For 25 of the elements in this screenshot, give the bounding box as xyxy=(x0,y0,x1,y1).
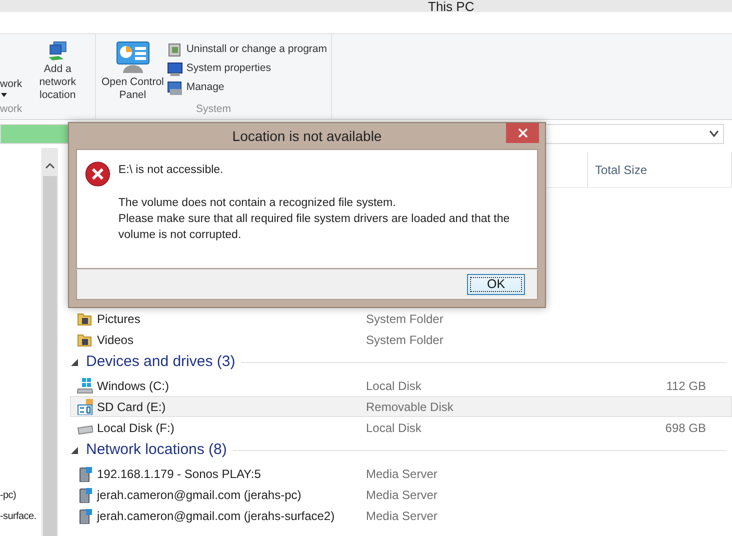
error-heading: E:\ is not accessible. xyxy=(118,163,224,178)
group-label: work xyxy=(0,102,24,116)
file-type: Removable Disk xyxy=(366,398,454,416)
window-title: This PC xyxy=(428,0,474,14)
file-name: Windows (C:) xyxy=(97,378,170,394)
file-type: System Folder xyxy=(366,332,444,348)
file-type: Media Server xyxy=(366,508,438,524)
file-size: 112 GB xyxy=(665,378,706,394)
file-type: Media Server xyxy=(366,486,438,504)
file-name: jerah.cameron@gmail.com (jerahs-surface2) xyxy=(97,508,335,524)
file-name: SD Card (E:) xyxy=(97,398,166,416)
file-name: Local Disk (F:) xyxy=(97,420,174,436)
file-name: Pictures xyxy=(97,310,140,328)
file-type: Local Disk xyxy=(366,420,422,436)
file-name: Videos xyxy=(97,332,134,348)
file-type: Media Server xyxy=(366,466,438,482)
group-label: System xyxy=(194,102,232,116)
file-name: jerah.cameron@gmail.com (jerahs-pc) xyxy=(97,486,302,504)
file-name: 192.168.1.179 - Sonos PLAY:5 xyxy=(97,466,261,482)
error-message: The volume does not contain a recognized file system. xyxy=(118,196,397,211)
file-size: 698 GB xyxy=(664,420,706,436)
error-message: Please make sure that all required file system drivers are loaded and that the volume is not corrupted. xyxy=(118,212,511,243)
file-type: Local Disk xyxy=(366,378,422,394)
dialog-title: Location is not available xyxy=(232,126,382,146)
file-type: System Folder xyxy=(366,310,444,328)
